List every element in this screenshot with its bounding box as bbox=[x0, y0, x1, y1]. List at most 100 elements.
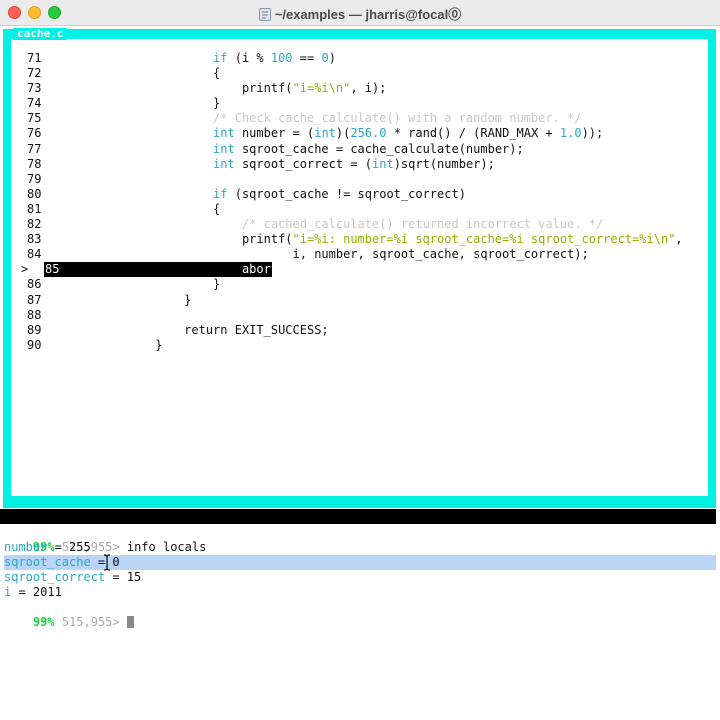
code-token: (sqroot_cache != sqroot_correct) bbox=[227, 186, 466, 201]
code-token: 0 bbox=[321, 51, 329, 65]
source-filename-tab: cache.c bbox=[13, 28, 68, 40]
line-number: 83 bbox=[27, 232, 42, 247]
source-line: 72 { bbox=[11, 66, 710, 81]
line-code: if (i % 100 == 0) bbox=[83, 51, 336, 66]
code-token: i, number, sqroot_cache, sqroot_correct)… bbox=[83, 247, 589, 262]
gdb-console[interactable]: 99% 515,955> info locals number = 255 sqr… bbox=[4, 525, 716, 629]
source-line: 75 /* Check cache_calculate() with a ran… bbox=[11, 111, 710, 126]
code-token: int bbox=[314, 126, 336, 141]
source-line: 90 } bbox=[11, 338, 710, 353]
source-line: 89 return EXIT_SUCCESS; bbox=[11, 323, 710, 338]
line-code: } bbox=[83, 293, 191, 308]
line-code: int sqroot_cache = cache_calculate(numbe… bbox=[83, 142, 524, 157]
code-token: } bbox=[83, 96, 221, 111]
local-variable-line[interactable]: i = 2011 bbox=[4, 585, 716, 600]
line-number: 90 bbox=[27, 337, 42, 352]
line-number: 84 bbox=[27, 247, 42, 262]
window-titlebar: ~/examples — jharris@focal⓪ bbox=[0, 0, 720, 26]
code-token: )( bbox=[335, 126, 351, 141]
line-code: int number = (int)(256.0 * rand() / (RAN… bbox=[83, 126, 603, 141]
code-token: , i); bbox=[350, 81, 387, 96]
line-code: printf("i=%i\n", i); bbox=[83, 81, 387, 96]
current-line-marker: > bbox=[21, 262, 29, 277]
code-token: printf( bbox=[83, 81, 293, 96]
line-number: 75 bbox=[27, 111, 42, 126]
code-token: /* Check cache_calculate() with a random… bbox=[213, 111, 582, 126]
source-line: 78 int sqroot_correct = (int)sqrt(number… bbox=[11, 157, 710, 172]
code-token: number = ( bbox=[234, 126, 315, 141]
line-number: 71 bbox=[27, 51, 42, 65]
source-line: 73 printf("i=%i\n", i); bbox=[11, 81, 710, 96]
line-code: { bbox=[83, 202, 220, 217]
line-number: 86 bbox=[27, 277, 42, 292]
console-prompt-line[interactable]: 99% 515,955> bbox=[4, 600, 716, 629]
line-code: /* cached_calculate() returned incorrect… bbox=[83, 217, 603, 232]
code-token: if bbox=[213, 186, 228, 201]
code-token: { bbox=[83, 201, 221, 216]
code-token: int bbox=[213, 126, 235, 141]
line-code: { bbox=[83, 66, 220, 81]
line-number: 74 bbox=[27, 96, 42, 111]
line-code: i, number, sqroot_cache, sqroot_correct)… bbox=[83, 247, 589, 262]
code-token: (i % bbox=[227, 51, 271, 65]
source-line: 88 bbox=[11, 308, 710, 323]
line-number: 80 bbox=[27, 186, 42, 201]
source-line: 84 i, number, sqroot_cache, sqroot_corre… bbox=[11, 247, 710, 262]
prompt-percent: 99% bbox=[32, 615, 55, 630]
line-code: /* Check cache_calculate() with a random… bbox=[83, 111, 582, 126]
source-line: 76 int number = (int)(256.0 * rand() / (… bbox=[11, 126, 710, 141]
line-number: 81 bbox=[27, 201, 42, 216]
local-variable-name: sqroot_cache bbox=[4, 555, 91, 570]
code-token: int bbox=[372, 156, 394, 171]
local-variable-value: = 2011 bbox=[11, 585, 62, 600]
code-token: * rand() / (RAND_MAX + bbox=[386, 126, 560, 141]
source-line: 77 int sqroot_cache = cache_calculate(nu… bbox=[11, 142, 710, 157]
code-token: 256.0 bbox=[350, 126, 387, 141]
code-token: if bbox=[213, 51, 228, 65]
code-token: return EXIT_SUCCESS; bbox=[83, 322, 329, 337]
source-line: 87 } bbox=[11, 293, 710, 308]
line-code: } bbox=[83, 96, 220, 111]
code-token: sqroot_cache = cache_calculate(number); bbox=[234, 141, 524, 156]
line-code: } bbox=[83, 277, 220, 292]
local-variable-value: = 15 bbox=[105, 570, 142, 585]
code-token: "i=%i\n" bbox=[292, 81, 351, 96]
console-command-line: 99% 515,955> info locals bbox=[4, 525, 716, 554]
code-token: == bbox=[292, 51, 322, 65]
code-token: int bbox=[213, 156, 235, 171]
code-token: printf( bbox=[83, 232, 293, 247]
local-variable-name: number bbox=[4, 540, 48, 555]
source-line: 83 printf("i=%i: number=%i sqroot_cache=… bbox=[11, 232, 710, 247]
source-window[interactable]: 71 if (i % 100 == 0) 72 {73 printf("i=%i\… bbox=[10, 38, 709, 497]
source-line: 79 bbox=[11, 172, 710, 187]
local-variable-line[interactable]: number = 255 bbox=[4, 540, 716, 555]
line-number: 88 bbox=[27, 307, 42, 322]
code-token: { bbox=[83, 66, 221, 81]
local-variable-line[interactable]: sqroot_cache = 0 bbox=[4, 554, 716, 571]
line-number: 76 bbox=[27, 126, 42, 141]
code-token: )); bbox=[581, 126, 604, 141]
status-bar: extended-r Thread 14479.14479 In: main L… bbox=[0, 509, 716, 553]
line-code: abort(); bbox=[83, 262, 300, 277]
code-token: 1.0 bbox=[559, 126, 582, 141]
line-code: if (sqroot_cache != sqroot_correct) bbox=[83, 187, 466, 202]
text-ibeam-cursor-icon bbox=[103, 554, 111, 571]
text-cursor bbox=[126, 616, 134, 629]
line-number: 72 bbox=[27, 66, 42, 81]
line-number: 79 bbox=[27, 171, 42, 186]
local-variable-name: sqroot_correct bbox=[4, 570, 106, 585]
code-token: "i=%i: number=%i sqroot_cache=%i sqroot_… bbox=[292, 232, 676, 247]
line-code: int sqroot_correct = (int)sqrt(number); bbox=[83, 157, 495, 172]
source-line: 86 } bbox=[11, 277, 710, 292]
line-number: 89 bbox=[27, 322, 42, 337]
local-variable-line[interactable]: sqroot_correct = 15 bbox=[4, 570, 716, 585]
line-number: 73 bbox=[27, 81, 42, 96]
code-token: int bbox=[213, 141, 235, 156]
source-line: 80 if (sqroot_cache != sqroot_correct) bbox=[11, 187, 710, 202]
source-line: 81 { bbox=[11, 202, 710, 217]
